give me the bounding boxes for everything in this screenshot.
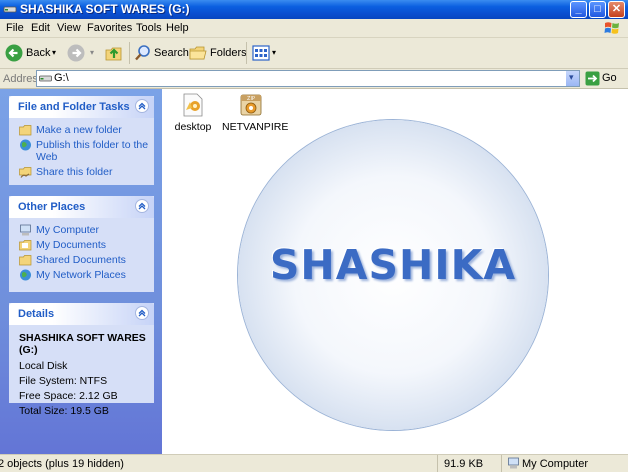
details-file-system: File System: NTFS <box>19 375 108 387</box>
address-input[interactable]: G:\ ▾ <box>36 70 580 87</box>
details-free-space: Free Space: 2.12 GB <box>19 390 118 402</box>
file-item-netvanpire[interactable]: ZIP NETVANPIRE <box>222 92 289 133</box>
status-location-cell: My Computer <box>502 455 628 472</box>
task-share-folder[interactable]: Share this folder <box>9 166 150 178</box>
collapse-chevron-icon[interactable] <box>135 99 149 113</box>
panel-title: File and Folder Tasks <box>18 101 130 113</box>
status-location: My Computer <box>522 458 589 470</box>
window-title: SHASHIKA SOFT WARES (G:) <box>20 2 190 16</box>
place-shared-documents[interactable]: Shared Documents <box>9 254 150 266</box>
forward-arrow-icon <box>67 44 85 62</box>
menu-file[interactable]: File <box>6 22 24 34</box>
panel-header[interactable]: Other Places <box>9 196 154 218</box>
chevron-down-icon[interactable]: ▾ <box>90 48 94 57</box>
title-bar[interactable]: SHASHIKA SOFT WARES (G:) _ □ ✕ <box>0 0 628 19</box>
shared-folder-icon <box>19 167 32 178</box>
search-label: Search <box>154 47 189 59</box>
panel-header[interactable]: Details <box>9 303 154 325</box>
new-folder-icon <box>19 125 32 136</box>
chevron-down-icon[interactable]: ▾ <box>52 48 56 57</box>
network-globe-icon <box>20 269 31 281</box>
collapse-chevron-icon[interactable] <box>135 306 149 320</box>
chevron-down-icon[interactable]: ▾ <box>272 48 276 57</box>
menu-tools[interactable]: Tools <box>136 22 162 34</box>
go-label: Go <box>602 72 617 84</box>
menu-view[interactable]: View <box>57 22 81 34</box>
file-folder-tasks-panel: File and Folder Tasks Make a new folder … <box>9 96 154 185</box>
forward-button[interactable]: ▾ <box>66 41 98 65</box>
menu-favorites[interactable]: Favorites <box>87 22 132 34</box>
status-objects-cell: 2 objects (plus 19 hidden) <box>0 455 438 472</box>
go-arrow-icon <box>585 71 600 86</box>
status-bar: 2 objects (plus 19 hidden) 91.9 KB My Co… <box>0 454 628 472</box>
status-size: 91.9 KB <box>444 458 484 470</box>
task-publish-folder[interactable]: Publish this folder to the Web <box>9 139 150 163</box>
back-label: Back <box>26 47 51 59</box>
task-pane: File and Folder Tasks Make a new folder … <box>0 89 162 454</box>
drive-icon <box>3 6 17 13</box>
views-button[interactable]: ▾ <box>250 41 280 65</box>
globe-icon <box>20 139 31 151</box>
menu-help[interactable]: Help <box>166 22 189 34</box>
toolbar: Back ▾ ▾ Search Folders ▾ <box>0 38 628 69</box>
address-dropdown-button[interactable]: ▾ <box>565 71 579 86</box>
file-name: desktop <box>174 121 212 133</box>
search-icon <box>135 45 150 61</box>
back-arrow-icon <box>5 44 23 62</box>
drive-icon <box>39 75 52 82</box>
details-drive-type: Local Disk <box>19 360 68 372</box>
menu-edit[interactable]: Edit <box>31 22 50 34</box>
chevron-down-icon: ▾ <box>569 72 574 82</box>
shared-folder-icon <box>19 255 32 266</box>
go-button[interactable]: Go <box>583 70 627 87</box>
address-value: G:\ <box>54 72 69 84</box>
background-brand-text: SHASHIKA <box>269 241 517 289</box>
back-button[interactable]: Back ▾ <box>3 41 61 65</box>
desktop-ini-icon <box>183 93 203 117</box>
svg-text:ZIP: ZIP <box>247 96 255 102</box>
folders-button[interactable]: Folders <box>188 41 247 65</box>
panel-title: Details <box>18 308 55 320</box>
panel-header[interactable]: File and Folder Tasks <box>9 96 154 118</box>
details-panel: Details SHASHIKA SOFT WARES (G:) Local D… <box>9 303 154 417</box>
minimize-button[interactable]: _ <box>570 1 587 18</box>
place-my-documents[interactable]: My Documents <box>9 239 150 251</box>
folder-up-icon[interactable] <box>104 43 124 63</box>
place-my-network-places[interactable]: My Network Places <box>9 269 150 281</box>
panel-title: Other Places <box>18 201 86 213</box>
search-button[interactable]: Search <box>133 41 189 65</box>
views-grid-icon <box>252 45 270 61</box>
details-drive-name: SHASHIKA SOFT WARES (G:) <box>19 332 146 356</box>
close-button[interactable]: ✕ <box>608 1 625 18</box>
folder-icon <box>189 46 207 60</box>
other-places-panel: Other Places My Computer My Documents Sh… <box>9 196 154 292</box>
details-total-size: Total Size: 19.5 GB <box>19 405 109 417</box>
archive-icon: ZIP <box>240 94 262 116</box>
collapse-chevron-icon[interactable] <box>135 199 149 213</box>
task-make-new-folder[interactable]: Make a new folder <box>9 124 150 136</box>
file-item-desktop[interactable]: desktop <box>172 92 214 133</box>
menu-bar: File Edit View Favorites Tools Help <box>0 19 628 38</box>
address-bar: Address G:\ ▾ Go <box>0 69 628 89</box>
computer-icon <box>20 224 31 236</box>
file-name: NETVANPIRE <box>222 121 289 133</box>
place-my-computer[interactable]: My Computer <box>9 224 150 236</box>
folders-label: Folders <box>210 47 247 59</box>
windows-logo-icon <box>604 22 619 34</box>
documents-folder-icon <box>19 240 32 251</box>
maximize-button[interactable]: □ <box>589 1 606 18</box>
status-objects: 2 objects (plus 19 hidden) <box>0 458 124 470</box>
computer-icon <box>508 457 519 469</box>
status-size-cell: 91.9 KB <box>438 455 502 472</box>
